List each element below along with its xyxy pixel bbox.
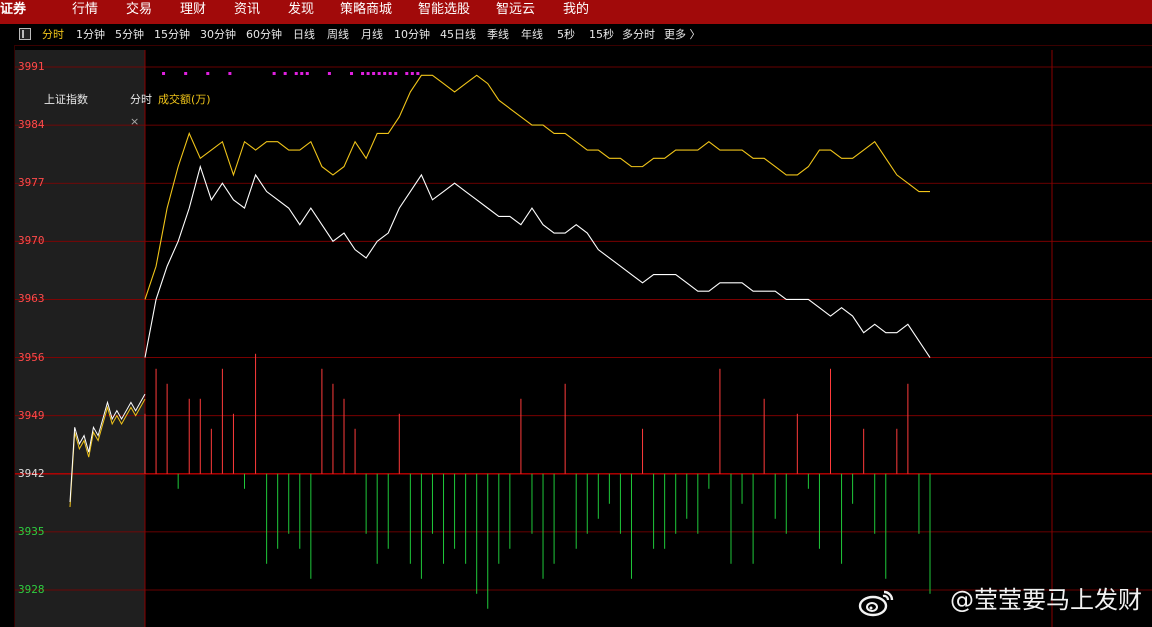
nav-item-trade[interactable]: 交易: [126, 0, 152, 22]
watermark-text: @莹莹要马上发财: [950, 586, 1142, 614]
tab-15sec[interactable]: 15秒: [589, 27, 614, 43]
tab-quarterly[interactable]: 季线: [487, 27, 509, 43]
tab-5sec[interactable]: 5秒: [557, 27, 575, 43]
signal-marker: [327, 72, 331, 75]
tab-5min[interactable]: 5分钟: [115, 27, 144, 43]
pre-market-shade: [15, 50, 145, 627]
signal-marker: [272, 72, 276, 75]
y-tick-label: 3977: [18, 176, 45, 190]
close-icon[interactable]: ×: [130, 115, 139, 128]
index-price-line: [144, 164, 931, 358]
signal-marker: [366, 72, 370, 75]
signal-marker: [228, 72, 232, 75]
tab-45day[interactable]: 45日线: [440, 27, 476, 43]
signal-markers: [162, 72, 420, 75]
y-tick-label: 3991: [18, 60, 45, 73]
y-tick-label: 3942: [18, 466, 45, 480]
signal-marker: [361, 72, 365, 75]
tab-multi-timeshare[interactable]: 多分时: [622, 27, 655, 43]
tab-10min[interactable]: 10分钟: [394, 27, 430, 43]
nav-item-discover[interactable]: 发现: [288, 0, 314, 22]
nav-item-zhiyuan-cloud[interactable]: 智远云: [496, 0, 535, 22]
signal-marker: [377, 72, 381, 75]
signal-marker: [383, 72, 387, 75]
tab-yearly[interactable]: 年线: [521, 27, 543, 43]
signal-marker: [162, 72, 166, 75]
legend-mode: 分时: [130, 93, 152, 106]
y-tick-label: 3949: [18, 408, 45, 422]
tab-60min[interactable]: 60分钟: [246, 27, 282, 43]
chart-canvas: [15, 50, 1152, 627]
y-tick-label: 3970: [18, 234, 45, 248]
nav-item-quotes[interactable]: 行情: [72, 0, 98, 22]
signal-marker: [184, 72, 188, 75]
nav-item-smart-picker[interactable]: 智能选股: [418, 0, 470, 22]
nav-item-wealth[interactable]: 理财: [180, 0, 206, 22]
average-price-line: [144, 74, 930, 300]
signal-marker: [283, 72, 287, 75]
signal-marker: [305, 72, 309, 75]
y-tick-label: 3956: [18, 350, 45, 364]
signal-marker: [405, 72, 409, 75]
y-tick-label: 3935: [18, 524, 45, 538]
brand-logo: 证券: [0, 2, 27, 17]
signal-marker: [416, 72, 420, 75]
signal-marker: [300, 72, 304, 75]
y-tick-label: 3984: [18, 118, 45, 132]
signal-marker: [394, 72, 398, 75]
period-toolbar: 分时 1分钟 5分钟 15分钟 30分钟 60分钟 日线 周线 月线 10分钟 …: [0, 24, 1152, 46]
legend-volume-label: 成交额(万): [158, 93, 211, 106]
signal-marker: [372, 72, 376, 75]
price-lines: [69, 74, 931, 508]
signal-marker: [206, 72, 210, 75]
volume-bars: [144, 353, 931, 609]
tab-more[interactable]: 更多 〉: [664, 27, 701, 43]
nav-item-mine[interactable]: 我的: [563, 0, 589, 22]
tab-1min[interactable]: 1分钟: [76, 27, 105, 43]
timeshare-chart[interactable]: 上证指数 分时 成交额(万) × 3991 3984 3977 3970 3963 395…: [0, 45, 1152, 627]
signal-marker: [350, 72, 354, 75]
tab-monthly[interactable]: 月线: [361, 27, 383, 43]
panel-toggle-icon[interactable]: [19, 28, 31, 40]
tab-timeshare[interactable]: 分时: [42, 27, 64, 43]
tab-15min[interactable]: 15分钟: [154, 27, 190, 43]
tab-daily[interactable]: 日线: [293, 27, 315, 43]
nav-item-strategy-mall[interactable]: 策略商城: [340, 0, 392, 22]
y-tick-label: 3963: [18, 292, 45, 306]
legend-index-name: 上证指数: [44, 93, 88, 106]
weibo-icon: [858, 590, 894, 617]
grid-lines: [15, 50, 1152, 627]
signal-marker: [388, 72, 392, 75]
top-navigation-bar: 证券 行情 交易 理财 资讯 发现 策略商城 智能选股 智远云 我的: [0, 0, 1152, 24]
nav-item-news[interactable]: 资讯: [234, 0, 260, 22]
signal-marker: [294, 72, 298, 75]
signal-marker: [410, 72, 414, 75]
y-tick-label: 3928: [18, 583, 45, 596]
tab-weekly[interactable]: 周线: [327, 27, 349, 43]
tab-30min[interactable]: 30分钟: [200, 27, 236, 43]
